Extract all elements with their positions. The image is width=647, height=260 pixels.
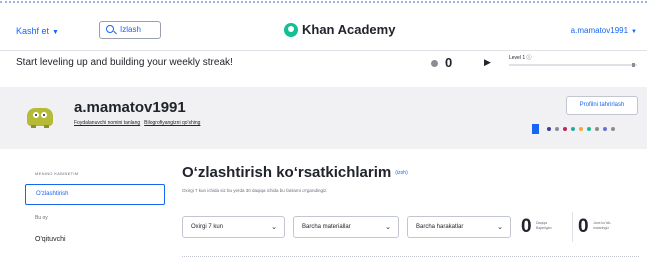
- explore-menu[interactable]: Kashf et ▼: [16, 26, 59, 36]
- top-dotted-border: [0, 1, 647, 3]
- badge-dot-icon: [595, 127, 599, 131]
- page-title-text: O‘zlashtirish ko‘rsatkichlarim: [182, 164, 392, 181]
- chevron-down-icon: ⌄: [271, 224, 277, 231]
- chevron-down-icon: ⌄: [497, 224, 503, 231]
- minutes-stat-value: 0: [521, 216, 532, 237]
- chevron-down-icon: ⌄: [385, 224, 391, 231]
- choose-username-link[interactable]: Foydalanuvchi nomini tanlang: [74, 120, 140, 126]
- energy-points-icon: [431, 60, 438, 67]
- user-menu[interactable]: a.mamatov1991 ▼: [571, 26, 637, 35]
- user-menu-label: a.mamatov1991: [570, 26, 629, 35]
- badge-square-icon: [532, 124, 539, 134]
- search-placeholder: Izlash: [120, 25, 141, 34]
- sidebar-item-progress[interactable]: O'zlashtirish: [25, 184, 165, 205]
- materials-dropdown[interactable]: Barcha materiallar ⌄: [293, 216, 399, 238]
- khan-leaf-icon: [284, 22, 298, 37]
- search-input[interactable]: Izlash: [99, 21, 161, 39]
- level-progress-bar: [509, 63, 637, 67]
- khan-academy-logo[interactable]: Khan Academy: [284, 22, 395, 37]
- explore-label: Kashf et: [16, 26, 50, 36]
- avatar-eye: [41, 112, 47, 118]
- badge-dot-icon: [571, 127, 575, 131]
- streak-bar: Start leveling up and building your week…: [0, 52, 647, 76]
- time-range-value: Oxirgi 7 kun: [191, 224, 224, 230]
- brand-name: Khan Academy: [302, 22, 396, 37]
- top-navigation-bar: Kashf et ▼ Izlash Khan Academy a.mamatov1…: [0, 4, 647, 51]
- time-range-dropdown[interactable]: Oxirgi 7 kun ⌄: [182, 216, 285, 238]
- avatar-body: [27, 108, 53, 126]
- chevron-down-icon: ▼: [52, 29, 59, 36]
- badge-dot-icon: [587, 127, 591, 131]
- minutes-stat-label: Daqiqa Bajarilgan: [536, 221, 552, 231]
- profile-links: Foydalanuvchi nomini tanlang Bilogrofiyan…: [74, 120, 204, 126]
- badge-dot-icon: [603, 127, 607, 131]
- bottom-dotted-border: [182, 256, 639, 257]
- badge-summary[interactable]: [532, 124, 619, 134]
- search-icon: [106, 25, 114, 33]
- sidebar-section-heading: Bu oy: [35, 215, 48, 221]
- avatar[interactable]: [25, 102, 55, 128]
- badge-dot-icon: [563, 127, 567, 131]
- skills-stat-label: Jami ko'nik-malaringiz: [593, 221, 611, 231]
- page-subtitle: Oxirgi 7 kun ichida siz bu yerda 30 daqi…: [182, 188, 328, 193]
- arrow-right-icon[interactable]: ▶: [484, 57, 491, 68]
- skills-stat-value: 0: [578, 216, 589, 237]
- chevron-down-icon: ▼: [631, 29, 637, 35]
- skills-stat-label-line2: malaringiz: [593, 226, 609, 230]
- streak-message: Start leveling up and building your week…: [16, 57, 233, 68]
- page-title: O‘zlashtirish ko‘rsatkichlarim (izoh): [182, 164, 408, 181]
- badge-dot-icon: [579, 127, 583, 131]
- sidebar-section-heading: MENING KABINETIM: [35, 171, 79, 176]
- activities-dropdown[interactable]: Barcha harakatlar ⌄: [407, 216, 511, 238]
- sidebar-item-teacher[interactable]: O'qituvchi: [35, 236, 66, 243]
- activities-value: Barcha harakatlar: [416, 224, 464, 230]
- minutes-stat-label-line2: Bajarilgan: [536, 226, 552, 230]
- badge-dot-icon: [611, 127, 615, 131]
- level-label: Level 1 ⓘ: [509, 55, 532, 61]
- stat-divider: [572, 212, 573, 242]
- materials-value: Barcha materiallar: [302, 224, 351, 230]
- avatar-foot: [31, 125, 36, 128]
- level-goal-marker: [632, 63, 635, 67]
- badge-dot-icon: [555, 127, 559, 131]
- profile-username: a.mamatov1991: [74, 99, 186, 116]
- energy-points-count: 0: [445, 55, 453, 70]
- avatar-eye: [33, 112, 39, 118]
- badge-dot-icon: [547, 127, 551, 131]
- title-help-link[interactable]: (izoh): [395, 170, 408, 176]
- skills-stat-label-line1: Jami ko'nik-: [593, 221, 612, 225]
- profile-header: a.mamatov1991 Foydalanuvchi nomini tanla…: [0, 87, 647, 149]
- minutes-stat-label-line1: Daqiqa: [536, 221, 548, 225]
- avatar-foot: [44, 125, 49, 128]
- edit-profile-button[interactable]: Profilni tahrirlash: [566, 96, 638, 115]
- add-bio-link[interactable]: Bilogrofiyangizni qo'shing: [144, 120, 200, 126]
